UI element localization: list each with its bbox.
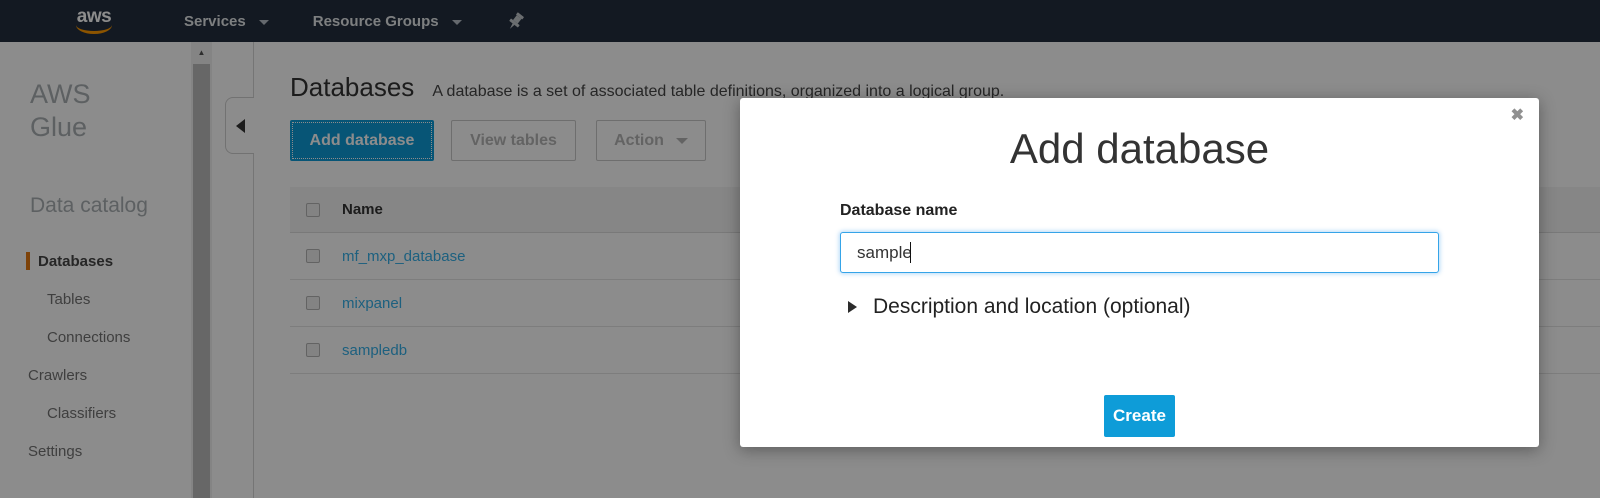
add-database-modal: ✖ Add database Database name Description… xyxy=(740,98,1539,447)
disclosure-label: Description and location (optional) xyxy=(873,293,1191,320)
create-button[interactable]: Create xyxy=(1104,395,1175,437)
disclosure-right-icon xyxy=(848,301,857,313)
text-cursor xyxy=(910,242,911,263)
modal-title: Add database xyxy=(740,126,1539,172)
description-location-disclosure[interactable]: Description and location (optional) xyxy=(840,293,1439,320)
database-name-label: Database name xyxy=(840,202,1439,220)
database-name-input[interactable] xyxy=(840,232,1439,273)
close-icon[interactable]: ✖ xyxy=(1511,106,1524,126)
